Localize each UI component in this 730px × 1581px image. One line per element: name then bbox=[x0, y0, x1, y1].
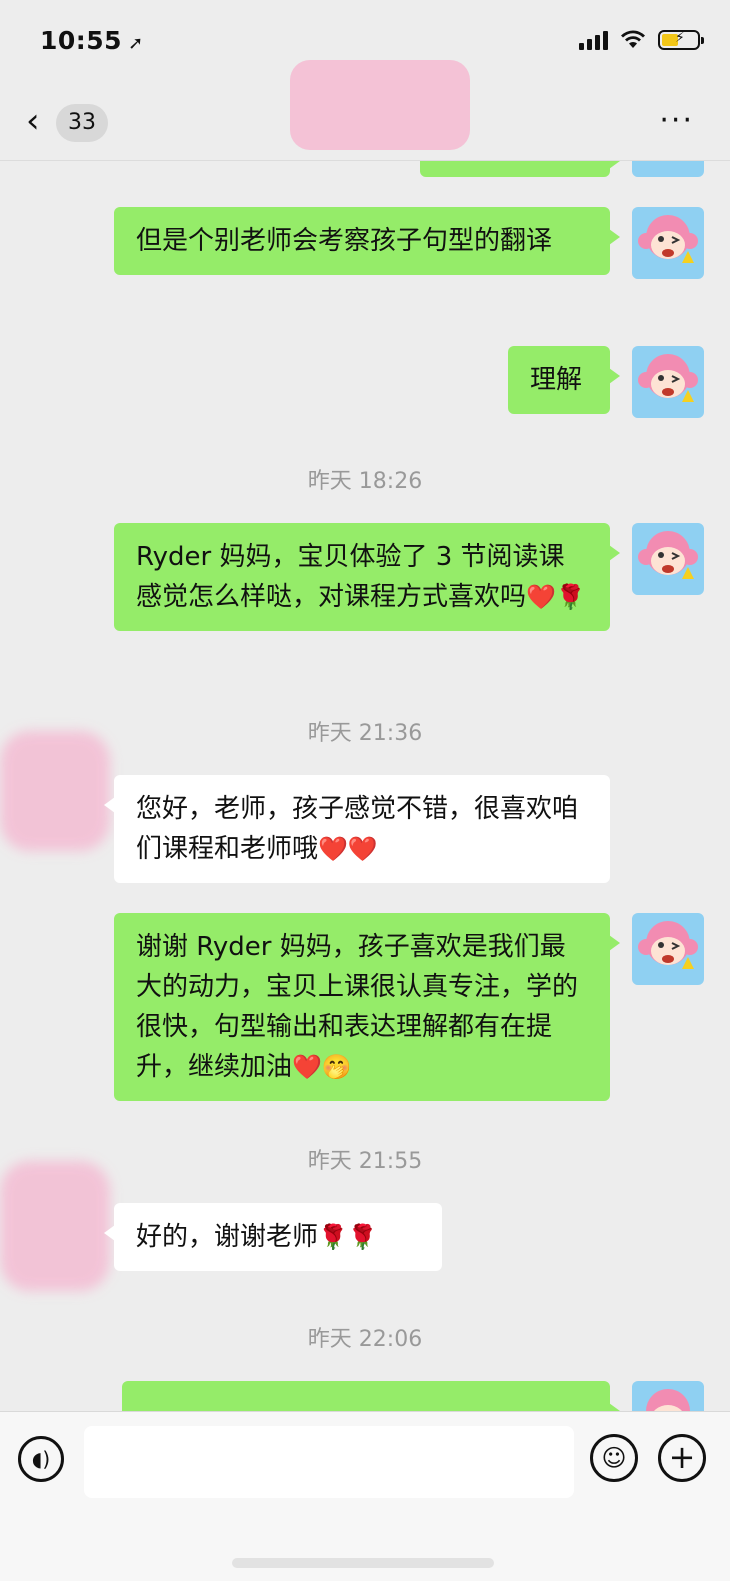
hearts-emoji: ❤️❤️ bbox=[318, 835, 378, 863]
chevron-left-icon[interactable]: ‹ bbox=[26, 104, 40, 138]
message-text: Ryder 妈妈，宝贝体验了 3 节阅读课感觉怎么样哒，对课程方式喜欢吗 bbox=[136, 542, 565, 612]
battery-charging-icon: ⚡ bbox=[658, 30, 704, 50]
more-dots-icon[interactable]: ··· bbox=[659, 106, 694, 136]
emoji-face-icon[interactable]: ☺ bbox=[590, 1434, 638, 1482]
plus-circle-icon[interactable]: + bbox=[658, 1434, 706, 1482]
status-time-text: 10:55 bbox=[40, 26, 123, 55]
timestamp: 昨天 21:55 bbox=[307, 1149, 423, 1174]
roses-emoji: 🌹🌹 bbox=[318, 1223, 378, 1251]
status-time: 10:55 ➚ bbox=[40, 26, 144, 55]
message-bubble[interactable]: 您好，老师，孩子感觉不错，很喜欢咱们课程和老师哦❤️❤️ bbox=[104, 775, 610, 883]
message-input[interactable] bbox=[84, 1426, 574, 1498]
timestamp: 昨天 21:36 bbox=[307, 721, 423, 746]
my-avatar[interactable] bbox=[632, 913, 704, 985]
unread-count-badge[interactable]: 33 bbox=[56, 104, 108, 142]
my-avatar[interactable] bbox=[632, 346, 704, 418]
message-list[interactable]: 但是个别老师会考察孩子句型的翻译 理解 昨天 18:26 Ryder 妈妈，宝贝… bbox=[0, 161, 730, 1411]
location-arrow-icon: ➚ bbox=[128, 33, 144, 54]
message-bubble-partial[interactable] bbox=[420, 161, 620, 177]
my-avatar[interactable] bbox=[632, 161, 704, 177]
wifi-icon bbox=[620, 30, 646, 50]
heart-smile-emoji: ❤️🤭 bbox=[292, 1053, 352, 1081]
redacted-avatar bbox=[0, 731, 110, 851]
home-indicator bbox=[232, 1558, 494, 1568]
chat-title-redacted bbox=[290, 60, 470, 150]
heart-rose-emoji: ❤️🌹 bbox=[526, 583, 586, 611]
message-bubble[interactable]: 理解 bbox=[508, 346, 620, 414]
message-bubble[interactable]: Ryder 妈妈，宝贝体验了 3 节阅读课感觉怎么样哒，对课程方式喜欢吗❤️🌹 bbox=[114, 523, 620, 631]
my-avatar[interactable] bbox=[632, 207, 704, 279]
cellular-signal-icon bbox=[579, 30, 608, 50]
redacted-avatar bbox=[0, 1161, 110, 1291]
my-avatar[interactable] bbox=[632, 1381, 704, 1411]
message-bubble[interactable]: 谢谢 Ryder 妈妈，孩子喜欢是我们最大的动力，宝贝上课很认真专注，学的很快，… bbox=[114, 913, 620, 1101]
input-bar: ◖) ☺ + bbox=[0, 1411, 730, 1581]
message-text: 谢谢 Ryder 妈妈，孩子喜欢是我们最大的动力，宝贝上课很认真专注，学的很快，… bbox=[136, 932, 579, 1082]
message-text: 理解 bbox=[530, 365, 583, 395]
status-icons: ⚡ bbox=[579, 30, 704, 50]
timestamp: 昨天 22:06 bbox=[307, 1327, 423, 1352]
message-bubble[interactable]: 但是个别老师会考察孩子句型的翻译 bbox=[114, 207, 620, 275]
voice-icon[interactable]: ◖) bbox=[18, 1436, 64, 1482]
message-bubble[interactable]: 好的，谢谢老师🌹🌹 bbox=[104, 1203, 442, 1271]
timestamp: 昨天 18:26 bbox=[307, 469, 423, 494]
my-avatar[interactable] bbox=[632, 523, 704, 595]
message-text: 好的，谢谢老师 bbox=[136, 1222, 319, 1252]
message-text: 但是个别老师会考察孩子句型的翻译 bbox=[136, 226, 553, 256]
message-bubble-partial[interactable] bbox=[122, 1381, 620, 1411]
